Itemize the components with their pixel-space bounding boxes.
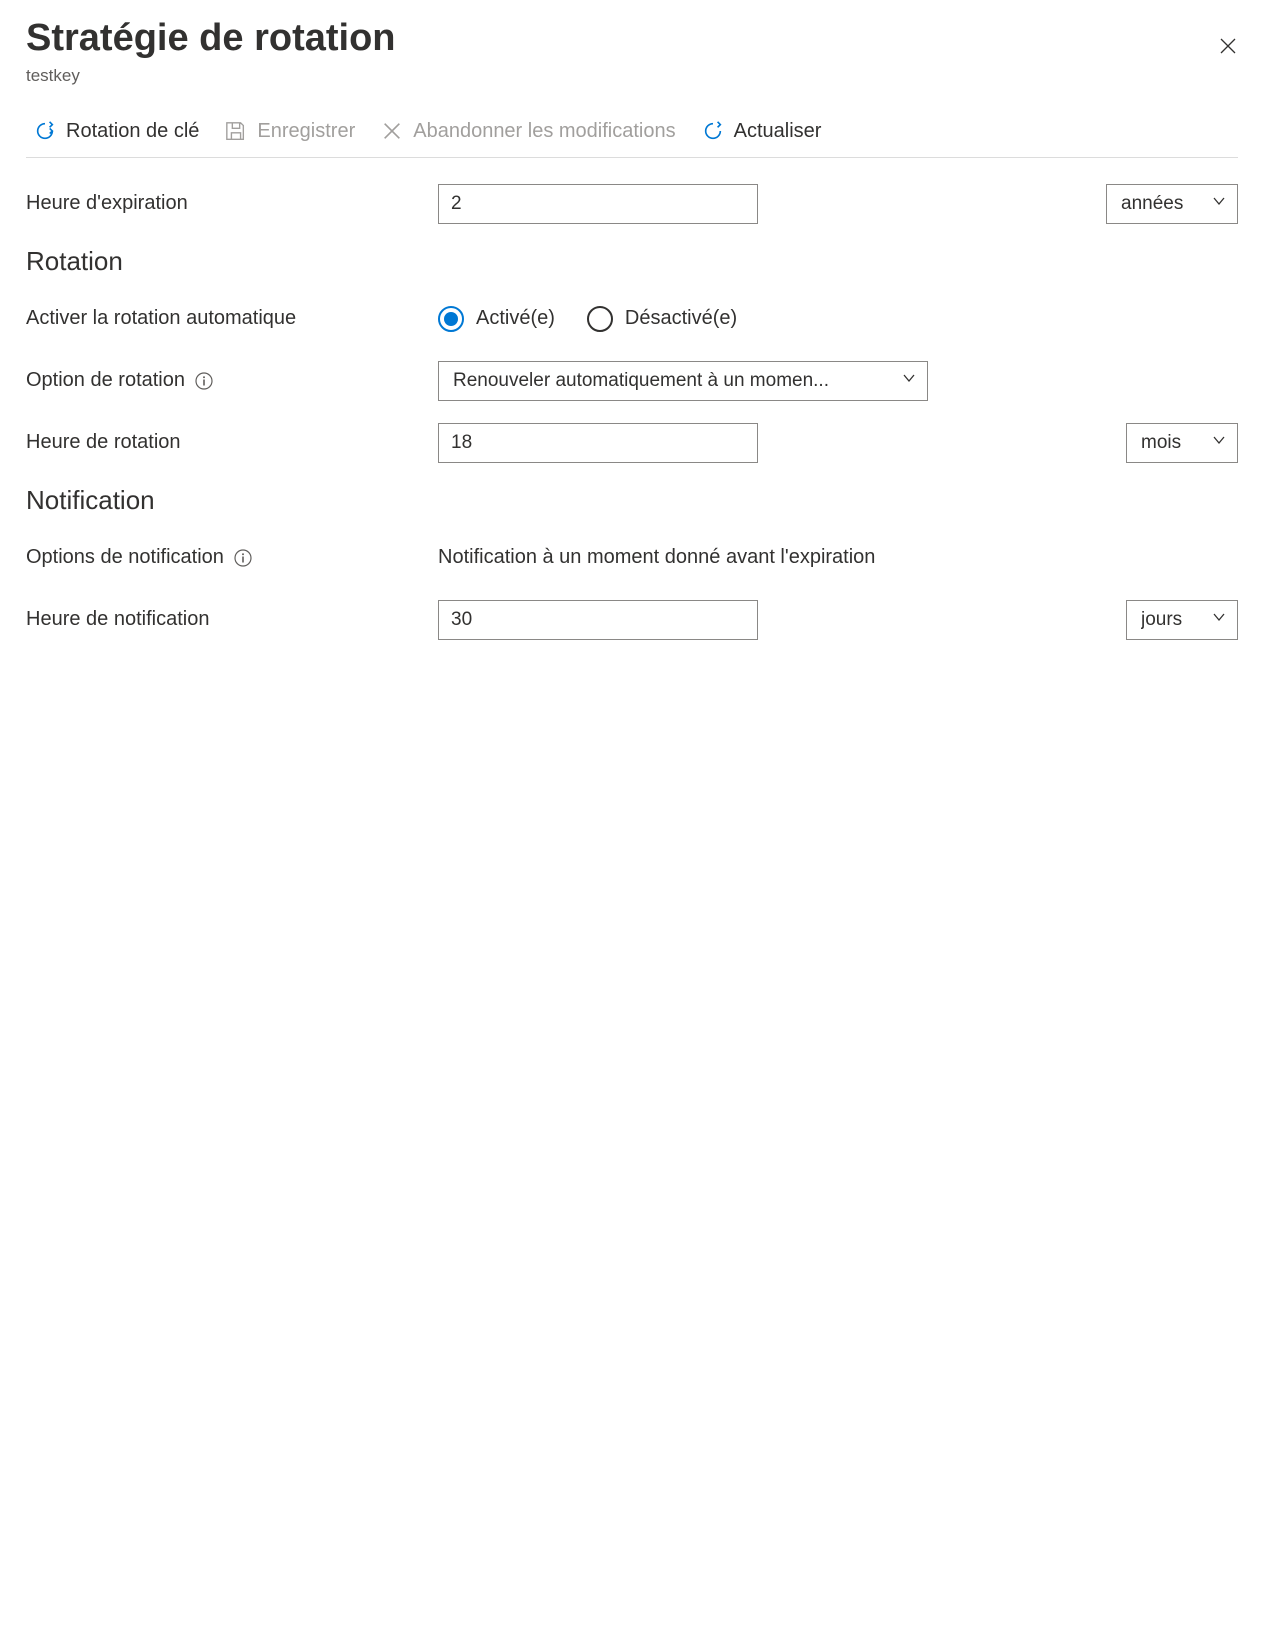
discard-button: Abandonner les modifications xyxy=(381,120,675,143)
page-title: Stratégie de rotation xyxy=(26,16,396,62)
refresh-icon xyxy=(34,120,56,142)
refresh-button[interactable]: Actualiser xyxy=(702,120,822,143)
save-icon xyxy=(225,120,247,142)
rotation-option-label: Option de rotation xyxy=(26,369,185,392)
chevron-down-icon xyxy=(1211,432,1227,454)
close-button[interactable] xyxy=(1218,36,1238,61)
refresh-icon xyxy=(702,120,724,142)
notification-time-label: Heure de notification xyxy=(26,608,438,631)
expiration-time-input[interactable] xyxy=(438,184,758,224)
save-button: Enregistrer xyxy=(225,120,355,143)
info-icon[interactable] xyxy=(195,372,213,390)
rotation-heading: Rotation xyxy=(26,246,1238,277)
close-icon xyxy=(1218,43,1238,60)
save-label: Enregistrer xyxy=(257,120,355,143)
chevron-down-icon xyxy=(901,370,917,392)
expiration-unit-value: années xyxy=(1121,193,1199,215)
rotation-time-label: Heure de rotation xyxy=(26,431,438,454)
rotation-time-input[interactable] xyxy=(438,423,758,463)
rotation-option-value: Renouveler automatiquement à un momen... xyxy=(453,370,889,392)
expiration-time-label: Heure d'expiration xyxy=(26,192,438,215)
radio-icon xyxy=(438,306,464,332)
notification-time-input[interactable] xyxy=(438,600,758,640)
page-subtitle: testkey xyxy=(26,66,396,86)
info-icon[interactable] xyxy=(234,549,252,567)
auto-rotation-enabled-radio[interactable]: Activé(e) xyxy=(438,306,555,332)
chevron-down-icon xyxy=(1211,609,1227,631)
notification-heading: Notification xyxy=(26,485,1238,516)
key-rotation-label: Rotation de clé xyxy=(66,120,199,143)
auto-rotation-label: Activer la rotation automatique xyxy=(26,307,438,330)
notification-unit-select[interactable]: jours xyxy=(1126,600,1238,640)
toolbar: Rotation de clé Enregistrer Abandonner l… xyxy=(26,98,1238,158)
auto-rotation-radio-group: Activé(e) Désactivé(e) xyxy=(438,306,737,332)
discard-label: Abandonner les modifications xyxy=(413,120,675,143)
rotation-unit-value: mois xyxy=(1141,432,1199,454)
notification-options-text: Notification à un moment donné avant l'e… xyxy=(438,546,875,569)
expiration-unit-select[interactable]: années xyxy=(1106,184,1238,224)
notification-options-label: Options de notification xyxy=(26,546,224,569)
chevron-down-icon xyxy=(1211,193,1227,215)
auto-rotation-disabled-label: Désactivé(e) xyxy=(625,307,737,330)
discard-icon xyxy=(381,120,403,142)
refresh-label: Actualiser xyxy=(734,120,822,143)
radio-icon xyxy=(587,306,613,332)
rotation-unit-select[interactable]: mois xyxy=(1126,423,1238,463)
auto-rotation-disabled-radio[interactable]: Désactivé(e) xyxy=(587,306,737,332)
key-rotation-button[interactable]: Rotation de clé xyxy=(34,120,199,143)
notification-unit-value: jours xyxy=(1141,609,1199,631)
rotation-option-select[interactable]: Renouveler automatiquement à un momen... xyxy=(438,361,928,401)
auto-rotation-enabled-label: Activé(e) xyxy=(476,307,555,330)
